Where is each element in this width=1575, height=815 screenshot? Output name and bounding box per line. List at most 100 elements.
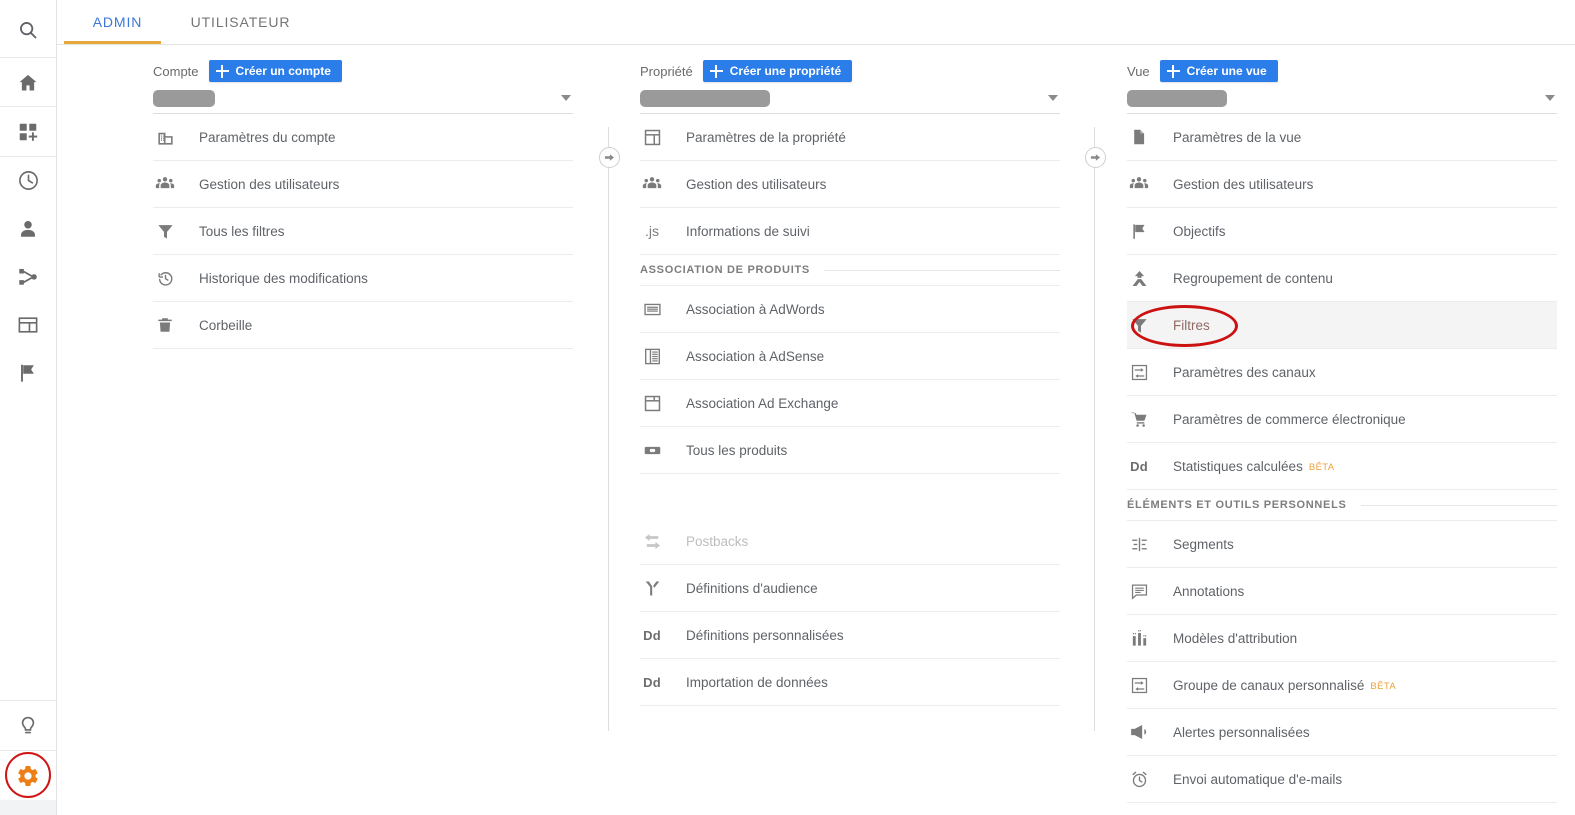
connector-arrow-view[interactable]	[1085, 147, 1106, 168]
admin-gear-icon[interactable]	[0, 753, 56, 799]
admin-tab-bar: ADMIN UTILISATEUR	[57, 0, 1575, 45]
menu-item: Postbacks	[640, 518, 1060, 565]
menu-item[interactable]: Définitions d'audience	[640, 565, 1060, 612]
filter-funnel-icon	[1127, 313, 1151, 337]
menu-item[interactable]: Gestion des utilisateurs	[1127, 161, 1557, 208]
beta-badge: BÊTA	[1370, 680, 1397, 692]
channel-arrows-icon	[1127, 360, 1151, 384]
chevron-down-icon	[1048, 95, 1058, 101]
account-selector[interactable]	[153, 84, 573, 114]
menu-item[interactable]: Paramètres des canaux	[1127, 349, 1557, 396]
menu-item-label: Paramètres de la vue	[1173, 129, 1302, 145]
tab-utilisateur[interactable]: UTILISATEUR	[173, 0, 308, 44]
menu-item-label: Alertes personnalisées	[1173, 724, 1310, 740]
menu-item[interactable]: Annotations	[1127, 568, 1557, 615]
menu-item-label: Postbacks	[686, 533, 749, 549]
menu-item[interactable]: Corbeille	[153, 302, 573, 349]
beta-badge: BÊTA	[1308, 461, 1335, 473]
menu-item-label: Corbeille	[199, 317, 253, 333]
dd-text-icon-glyph: Dd	[643, 627, 661, 643]
create-property-label: Créer une propriété	[729, 64, 842, 78]
menu-item[interactable]: .js Informations de suivi	[640, 208, 1060, 255]
menu-item[interactable]: Paramètres de la propriété	[640, 114, 1060, 161]
plus-icon	[709, 64, 723, 78]
menu-item[interactable]: Association Ad Exchange	[640, 380, 1060, 427]
menu-item[interactable]: Groupe de canaux personnalisé BÊTA	[1127, 662, 1557, 709]
home-icon[interactable]	[0, 60, 56, 105]
behavior-window-icon[interactable]	[0, 302, 56, 347]
menu-spacer	[640, 474, 1060, 518]
menu-item-label: Filtres	[1173, 317, 1210, 333]
column-account: Compte Créer un compte Paramètres du com…	[153, 58, 573, 349]
menu-item[interactable]: Paramètres du compte	[153, 114, 573, 161]
menu-item[interactable]: Gestion des utilisateurs	[640, 161, 1060, 208]
conversions-flag-icon[interactable]	[0, 350, 56, 395]
postbacks-arrows-icon	[640, 529, 664, 553]
connector-arrow-property[interactable]	[599, 147, 620, 168]
tab-utilisateur-label: UTILISATEUR	[190, 14, 291, 30]
property-column-header: Propriété Créer une propriété	[640, 58, 1060, 84]
customization-icon[interactable]	[0, 109, 56, 154]
admin-page: ADMIN UTILISATEUR Compte Créer un compte	[0, 0, 1575, 815]
create-account-button[interactable]: Créer un compte	[208, 60, 342, 82]
menu-item[interactable]: Association à AdSense	[640, 333, 1060, 380]
menu-item[interactable]: Segments	[1127, 521, 1557, 568]
view-selector[interactable]	[1127, 84, 1557, 114]
search-icon[interactable]	[0, 8, 56, 52]
menu-item-label: Segments	[1173, 536, 1234, 552]
account-menu: Paramètres du compte Gestion des utilisat…	[153, 114, 573, 349]
column-view: Vue Créer une vue Paramètres de la vue Ge…	[1127, 58, 1557, 803]
plus-icon	[1166, 64, 1180, 78]
segments-icon	[1127, 532, 1151, 556]
audience-branch-icon	[640, 576, 664, 600]
connector-line-account-property	[608, 127, 609, 731]
menu-item[interactable]: Tous les produits	[640, 427, 1060, 474]
menu-item[interactable]: Filtres	[1127, 302, 1557, 349]
create-property-button[interactable]: Créer une propriété	[702, 60, 853, 82]
content-grouping-icon	[1127, 266, 1151, 290]
menu-item[interactable]: Dd Définitions personnalisées	[640, 612, 1060, 659]
menu-item[interactable]: Paramètres de commerce électronique	[1127, 396, 1557, 443]
menu-item[interactable]: Paramètres de la vue	[1127, 114, 1557, 161]
create-view-button[interactable]: Créer une vue	[1159, 60, 1278, 82]
menu-item[interactable]: Historique des modifications	[153, 255, 573, 302]
property-selector[interactable]	[640, 84, 1060, 114]
property-menu: Paramètres de la propriété Gestion des ut…	[640, 114, 1060, 706]
menu-item[interactable]: Association à AdWords	[640, 286, 1060, 333]
property-window-icon	[640, 125, 664, 149]
menu-item[interactable]: Gestion des utilisateurs	[153, 161, 573, 208]
menu-item-label: Informations de suivi	[686, 223, 810, 239]
menu-item[interactable]: Dd Importation de données	[640, 659, 1060, 706]
link-chain-icon	[640, 438, 664, 462]
menu-item[interactable]: Tous les filtres	[153, 208, 573, 255]
menu-item[interactable]: Regroupement de contenu	[1127, 255, 1557, 302]
menu-section-label: ASSOCIATION DE PRODUITS	[640, 264, 810, 276]
menu-section-header: ÉLÉMENTS ET OUTILS PERSONNELS	[1127, 490, 1557, 521]
menu-item-label: Paramètres des canaux	[1173, 364, 1316, 380]
menu-item[interactable]: Modèles d'attribution	[1127, 615, 1557, 662]
chevron-down-icon	[1545, 95, 1555, 101]
discover-bulb-icon[interactable]	[0, 703, 56, 749]
menu-item-label: Gestion des utilisateurs	[199, 176, 340, 192]
document-icon	[1127, 125, 1151, 149]
menu-item[interactable]: Objectifs	[1127, 208, 1557, 255]
ad-exchange-icon	[640, 391, 664, 415]
menu-item-label: Importation de données	[686, 674, 828, 690]
dd-text-icon: Dd	[640, 670, 664, 694]
menu-item-label: Paramètres de la propriété	[686, 129, 846, 145]
menu-item[interactable]: Dd Statistiques calculées BÊTA	[1127, 443, 1557, 490]
chevron-down-icon	[561, 95, 571, 101]
menu-item-label: Gestion des utilisateurs	[1173, 176, 1314, 192]
megaphone-icon	[1127, 720, 1151, 744]
audience-person-icon[interactable]	[0, 206, 56, 251]
menu-item-label: Annotations	[1173, 583, 1245, 599]
menu-item[interactable]: Alertes personnalisées	[1127, 709, 1557, 756]
realtime-clock-icon[interactable]	[0, 158, 56, 203]
left-nav-rail	[0, 0, 57, 800]
tab-admin[interactable]: ADMIN	[70, 0, 165, 44]
menu-item-label: Paramètres de commerce électronique	[1173, 411, 1406, 427]
acquisition-node-icon[interactable]	[0, 254, 56, 299]
menu-item[interactable]: Envoi automatique d'e-mails	[1127, 756, 1557, 803]
building-icon	[153, 125, 177, 149]
adsense-list-icon	[640, 344, 664, 368]
